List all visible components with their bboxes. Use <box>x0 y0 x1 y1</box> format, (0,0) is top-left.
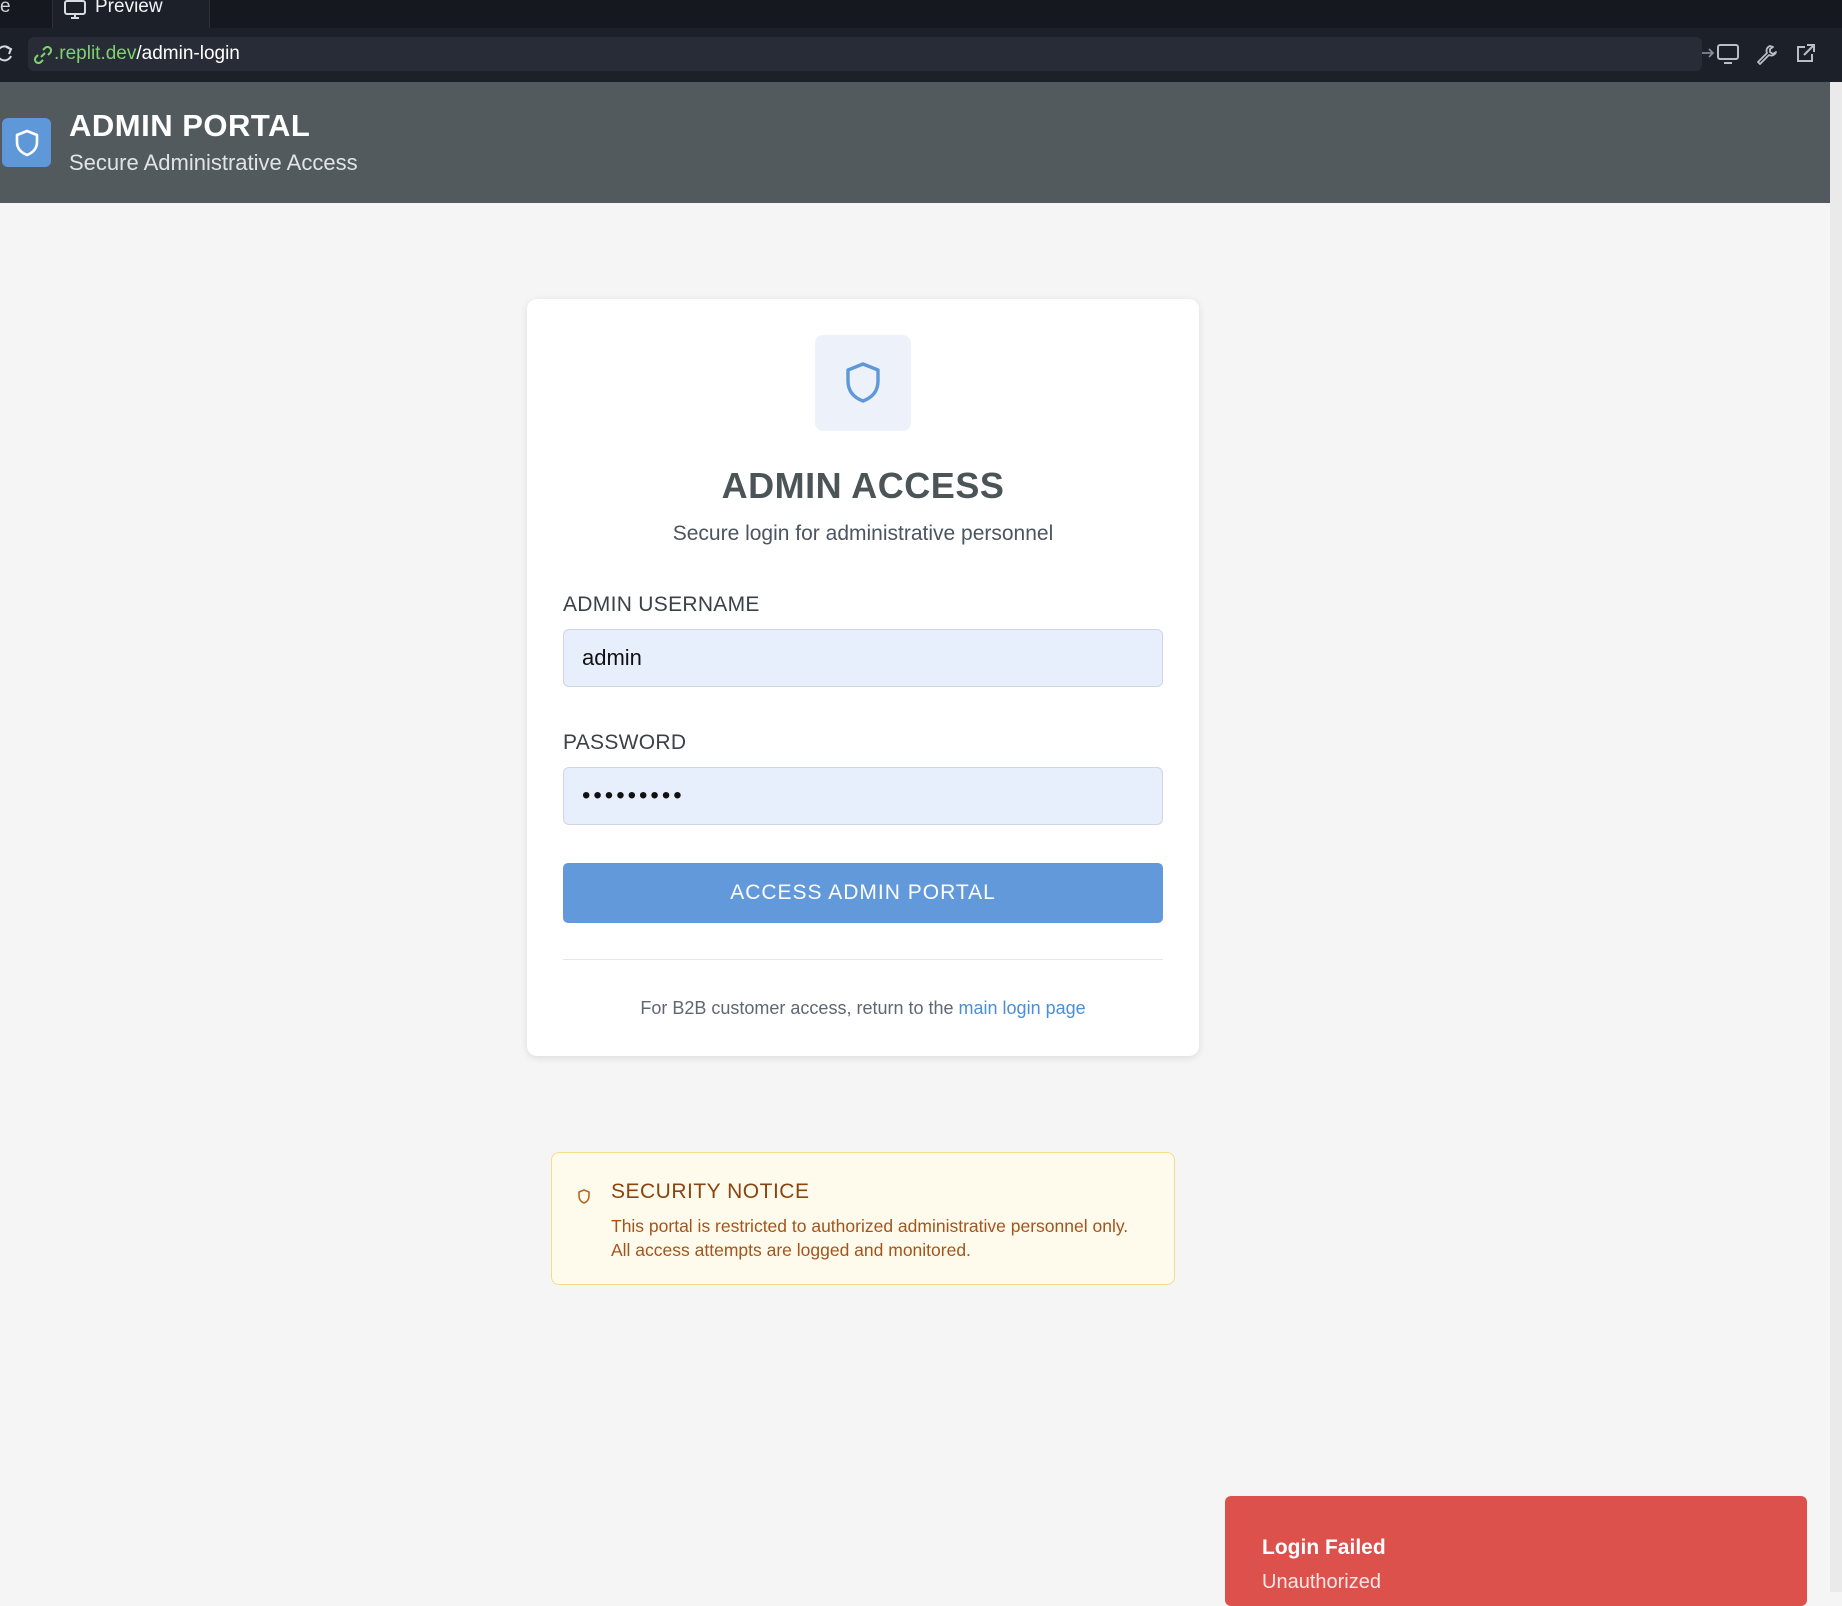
toast-title: Login Failed <box>1262 1536 1386 1559</box>
link-icon <box>33 45 53 69</box>
arrow-right-icon[interactable] <box>1700 45 1716 66</box>
footer-prefix: For B2B customer access, return to the <box>640 998 954 1018</box>
ide-tab-bar: e Preview <box>0 0 1842 28</box>
tab-fragment[interactable]: e <box>0 0 11 28</box>
scrollbar[interactable] <box>1830 82 1842 1592</box>
toast-message: Unauthorized <box>1262 1571 1381 1593</box>
wrench-icon[interactable] <box>1755 43 1779 70</box>
card-badge <box>815 335 911 431</box>
access-admin-portal-button[interactable]: ACCESS ADMIN PORTAL <box>563 863 1163 923</box>
shield-icon <box>846 362 880 403</box>
password-label: PASSWORD <box>563 731 687 754</box>
password-input[interactable] <box>563 767 1163 825</box>
main-login-link[interactable]: main login page <box>959 998 1086 1018</box>
username-label: ADMIN USERNAME <box>563 593 760 616</box>
login-card: ADMIN ACCESS Secure login for administra… <box>527 299 1199 1056</box>
monitor-icon <box>63 0 87 26</box>
footer-text: For B2B customer access, return to the m… <box>527 998 1199 1019</box>
notice-body: This portal is restricted to authorized … <box>611 1216 1129 1260</box>
page-title: ADMIN PORTAL <box>69 108 311 143</box>
shield-icon <box>15 129 39 157</box>
url-domain: .replit.dev <box>54 43 137 64</box>
card-subtitle: Secure login for administrative personne… <box>672 522 1054 545</box>
tab-preview[interactable]: Preview <box>52 0 210 28</box>
error-toast[interactable]: Login Failed Unauthorized <box>1225 1496 1807 1606</box>
external-link-icon[interactable] <box>1794 43 1816 70</box>
url-path: /admin-login <box>136 43 240 64</box>
url-bar: .replit.dev/admin-login <box>0 28 1842 83</box>
notice-title: SECURITY NOTICE <box>611 1180 810 1203</box>
devices-icon[interactable] <box>1716 43 1740 70</box>
card-title: ADMIN ACCESS <box>721 465 1005 506</box>
reload-icon[interactable] <box>0 44 14 69</box>
address-field[interactable]: .replit.dev/admin-login <box>28 37 1715 71</box>
app-header: ADMIN PORTAL Secure Administrative Acces… <box>0 82 1830 203</box>
page-subtitle: Secure Administrative Access <box>69 150 358 175</box>
security-notice: SECURITY NOTICE This portal is restricte… <box>551 1152 1175 1285</box>
username-input[interactable] <box>563 629 1163 687</box>
tab-label: Preview <box>95 0 163 17</box>
shield-icon <box>578 1189 590 1204</box>
divider <box>563 959 1163 960</box>
logo <box>2 118 51 167</box>
url-text: .replit.dev/admin-login <box>54 43 240 65</box>
